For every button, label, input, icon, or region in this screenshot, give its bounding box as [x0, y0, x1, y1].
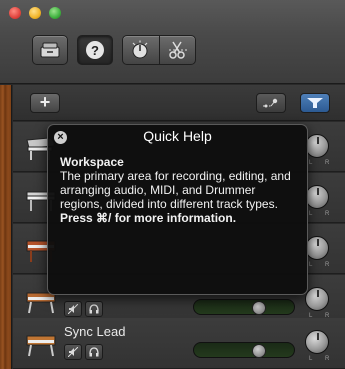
- quick-help-button[interactable]: ?: [77, 35, 113, 65]
- filter-funnel-icon: [307, 98, 323, 108]
- mute-button[interactable]: [64, 344, 82, 360]
- pan-knob[interactable]: [305, 330, 329, 354]
- volume-slider-thumb[interactable]: [252, 301, 266, 315]
- pan-left-label: L: [309, 262, 313, 268]
- volume-slider-thumb[interactable]: [252, 344, 266, 358]
- catch-playhead-button[interactable]: [256, 93, 286, 113]
- pan-knob[interactable]: [305, 134, 329, 158]
- mute-speaker-icon: [67, 303, 79, 315]
- pan-knob[interactable]: [305, 287, 329, 311]
- pan-left-label: L: [309, 211, 313, 217]
- headphones-icon: [89, 347, 99, 357]
- track-filter-button[interactable]: [300, 93, 330, 113]
- volume-slider[interactable]: [193, 299, 295, 315]
- pan-right-label: R: [325, 262, 330, 268]
- quick-help-hint: Press ⌘/ for more information.: [60, 211, 237, 225]
- quick-help-description: The primary area for recording, editing,…: [60, 169, 291, 211]
- library-button[interactable]: [32, 35, 68, 65]
- synth-lead-keyboard-icon: [26, 335, 56, 357]
- quick-help-popover: × Quick Help Workspace The primary area …: [47, 124, 308, 295]
- pan-right-label: R: [325, 356, 330, 362]
- solo-button[interactable]: [85, 344, 103, 360]
- pan-right-label: R: [325, 211, 330, 217]
- volume-slider[interactable]: [193, 342, 295, 358]
- scissors-icon: [169, 41, 187, 59]
- quick-help-body: Workspace The primary area for recording…: [60, 155, 300, 225]
- pan-left-label: L: [309, 356, 313, 362]
- minimize-window-button[interactable]: [29, 7, 41, 19]
- pan-left-label: L: [309, 160, 313, 166]
- mute-button[interactable]: [64, 301, 82, 317]
- smart-controls-icon: [263, 98, 278, 108]
- mute-speaker-icon: [67, 346, 79, 358]
- question-icon: ?: [86, 41, 104, 59]
- toolbar: ?: [0, 0, 345, 84]
- pan-knob[interactable]: [305, 236, 329, 260]
- quick-help-heading: Workspace: [60, 155, 124, 169]
- close-window-button[interactable]: [9, 7, 21, 19]
- svg-text:?: ?: [91, 43, 99, 58]
- pan-knob[interactable]: [305, 185, 329, 209]
- smart-controls-dial-icon: [132, 40, 148, 59]
- editors-button[interactable]: [160, 35, 196, 65]
- smart-controls-button[interactable]: [122, 35, 159, 65]
- library-drawer-icon: [40, 42, 60, 58]
- quick-help-title: Quick Help: [143, 128, 212, 144]
- track-name: Sync Lead: [64, 324, 126, 339]
- wood-panel-edge: [0, 85, 12, 369]
- zoom-window-button[interactable]: [49, 7, 61, 19]
- tracks-header-bar: +: [13, 85, 345, 121]
- add-track-button[interactable]: +: [30, 93, 60, 113]
- track-row[interactable]: Sync Lead L R: [13, 318, 345, 369]
- pan-right-label: R: [325, 160, 330, 166]
- headphones-icon: [89, 304, 99, 314]
- solo-button[interactable]: [85, 301, 103, 317]
